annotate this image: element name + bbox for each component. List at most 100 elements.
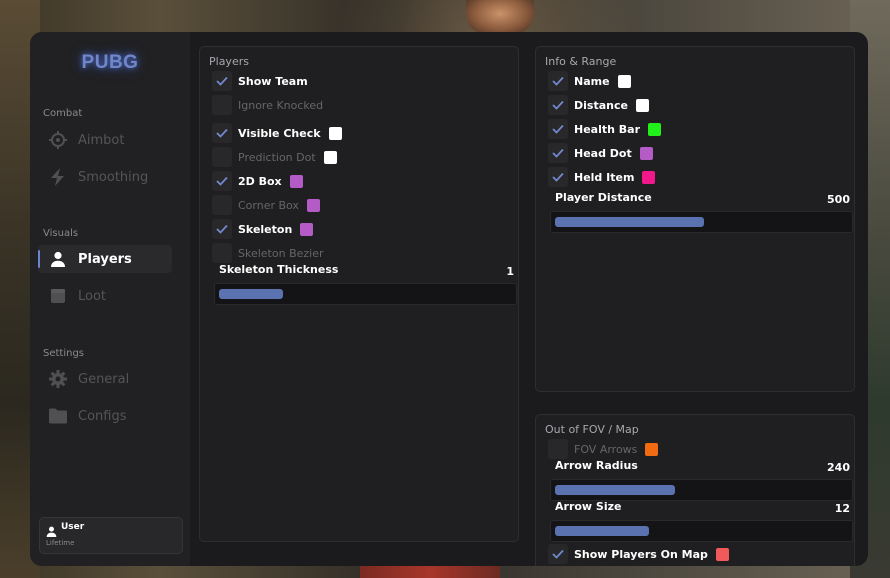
panel-title: Out of FOV / Map [545, 423, 639, 436]
option-label: Skeleton [238, 222, 293, 236]
option-label: Name [574, 74, 610, 88]
sidebar-item-aimbot[interactable]: Aimbot [38, 126, 172, 154]
check-icon [552, 100, 564, 110]
section-label-settings: Settings [43, 348, 85, 359]
checkbox[interactable] [548, 167, 568, 187]
arrow-size-slider[interactable] [550, 520, 853, 542]
check-icon [216, 76, 228, 86]
gear-icon [48, 369, 68, 389]
active-indicator [38, 250, 40, 268]
slider-label: Arrow Size [555, 500, 622, 513]
info-range-panel: Info & Range Name Distance Health Bar He… [535, 46, 855, 392]
slider-label: Player Distance [555, 191, 652, 204]
check-icon [552, 76, 564, 86]
fov-map-panel: Out of FOV / Map FOV Arrows Arrow Radius… [535, 414, 855, 566]
color-swatch[interactable] [645, 442, 659, 456]
checkbox[interactable] [548, 119, 568, 139]
option-label: 2D Box [238, 174, 282, 188]
checkbox[interactable] [212, 195, 232, 215]
color-swatch[interactable] [328, 126, 342, 140]
checkbox[interactable] [548, 71, 568, 91]
player-distance-slider[interactable] [550, 211, 853, 233]
color-swatch[interactable] [648, 122, 662, 136]
check-icon [216, 128, 228, 138]
skeleton-thickness-slider[interactable] [214, 283, 517, 305]
checkbox[interactable] [212, 219, 232, 239]
option-skeleton[interactable]: Skeleton [212, 219, 314, 239]
option-name[interactable]: Name [548, 71, 631, 91]
slider-value: 240 [827, 461, 850, 474]
option-label: Health Bar [574, 122, 641, 136]
option-label: Show Team [238, 74, 308, 88]
option-label: Ignore Knocked [238, 98, 324, 112]
slider-fill [555, 485, 675, 495]
app-logo: PUBG [81, 52, 139, 73]
slider-value: 12 [834, 502, 850, 515]
option-label: Skeleton Bezier [238, 246, 324, 260]
option-head-dot[interactable]: Head Dot [548, 143, 653, 163]
check-icon [552, 172, 564, 182]
color-swatch[interactable] [306, 198, 320, 212]
slider-label: Skeleton Thickness [219, 263, 339, 276]
checkbox[interactable] [212, 171, 232, 191]
background-character-head [466, 0, 534, 34]
checkbox[interactable] [212, 243, 232, 263]
color-swatch[interactable] [715, 547, 729, 561]
sidebar-item-label: Configs [78, 408, 127, 424]
option-show-players-on-map[interactable]: Show Players On Map [548, 544, 729, 564]
user-icon [48, 249, 68, 269]
color-swatch[interactable] [289, 174, 303, 188]
slider-fill [555, 217, 704, 227]
checkbox[interactable] [212, 123, 232, 143]
sidebar-item-configs[interactable]: Configs [38, 402, 172, 430]
crosshair-icon [48, 130, 68, 150]
box-icon [48, 286, 68, 306]
color-swatch[interactable] [639, 146, 653, 160]
option-distance[interactable]: Distance [548, 95, 649, 115]
option-health-bar[interactable]: Health Bar [548, 119, 662, 139]
color-swatch[interactable] [642, 170, 656, 184]
checkbox[interactable] [212, 95, 232, 115]
color-swatch[interactable] [300, 222, 314, 236]
slider-label: Arrow Radius [555, 459, 638, 472]
sidebar-item-loot[interactable]: Loot [38, 282, 172, 310]
checkbox[interactable] [548, 143, 568, 163]
checkbox[interactable] [548, 439, 568, 459]
checkbox[interactable] [212, 71, 232, 91]
checkbox[interactable] [548, 95, 568, 115]
checkbox[interactable] [548, 544, 568, 564]
color-swatch[interactable] [635, 98, 649, 112]
sidebar-item-general[interactable]: General [38, 365, 172, 393]
sidebar-item-smoothing[interactable]: Smoothing [38, 163, 172, 191]
option-2d-box[interactable]: 2D Box [212, 171, 303, 191]
option-fov-arrows[interactable]: FOV Arrows [548, 439, 659, 459]
sidebar-item-label: General [78, 371, 130, 387]
arrow-radius-slider[interactable] [550, 479, 853, 501]
checkbox[interactable] [212, 147, 232, 167]
slider-value: 1 [506, 265, 514, 278]
option-prediction-dot[interactable]: Prediction Dot [212, 147, 337, 167]
check-icon [216, 176, 228, 186]
option-corner-box[interactable]: Corner Box [212, 195, 320, 215]
players-panel: Players Show Team Ignore Knocked Visible… [199, 46, 519, 542]
color-swatch[interactable] [617, 74, 631, 88]
option-label: Prediction Dot [238, 150, 316, 164]
option-visible-check[interactable]: Visible Check [212, 123, 342, 143]
option-label: Corner Box [238, 198, 299, 212]
option-held-item[interactable]: Held Item [548, 167, 656, 187]
sidebar-item-label: Aimbot [78, 132, 125, 148]
color-swatch[interactable] [323, 150, 337, 164]
option-skeleton-bezier[interactable]: Skeleton Bezier [212, 243, 324, 263]
folder-icon [48, 406, 68, 426]
option-show-team[interactable]: Show Team [212, 71, 308, 91]
user-card: User Lifetime [39, 517, 183, 554]
user-tier: Lifetime [46, 539, 75, 547]
check-icon [552, 549, 564, 559]
slider-fill [555, 526, 649, 536]
option-ignore-knocked[interactable]: Ignore Knocked [212, 95, 323, 115]
option-label: Held Item [574, 170, 635, 184]
option-label: Show Players On Map [574, 547, 708, 561]
menu-window: PUBG Combat Aimbot Smoothing Visuals Pla… [30, 32, 868, 566]
section-label-visuals: Visuals [43, 228, 79, 239]
sidebar-item-players[interactable]: Players [38, 245, 172, 273]
